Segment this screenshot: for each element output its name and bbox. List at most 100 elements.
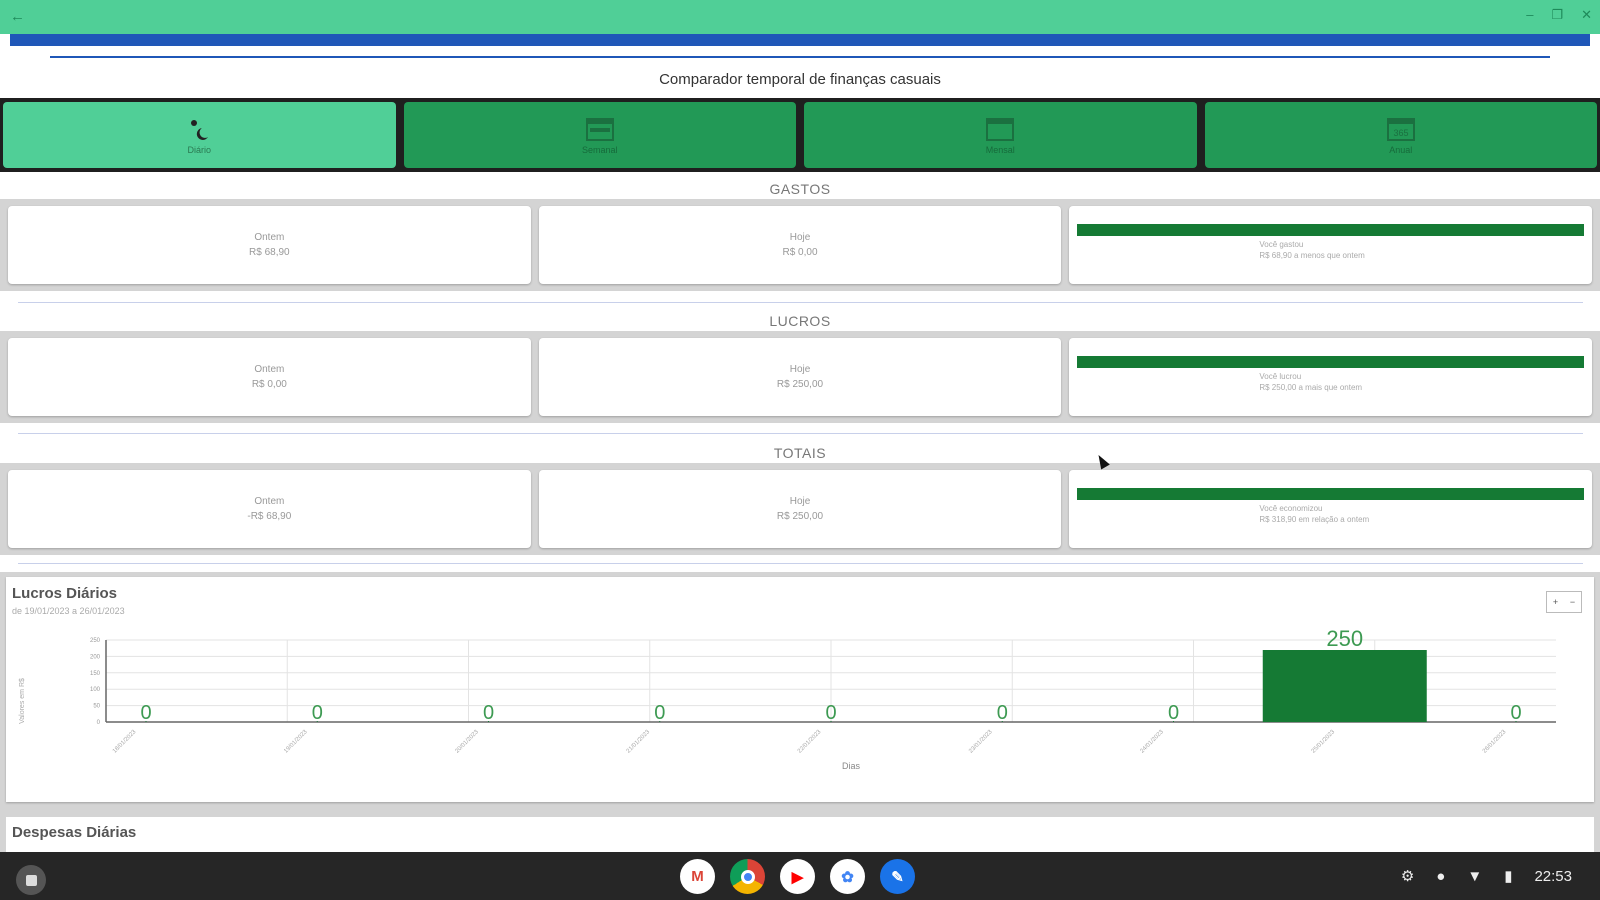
card-label: Hoje (789, 232, 811, 243)
chrome-icon[interactable] (730, 859, 765, 894)
data-label: 0 (483, 702, 494, 724)
lucros-comparison-card: Você lucrou R$ 250,00 a mais que ontem (1069, 338, 1593, 416)
x-tick-label: 26/01/2023 (1482, 729, 1508, 755)
y-tick-label: 0 (97, 720, 101, 726)
page-title: Comparador temporal de finanças casuais (659, 71, 941, 88)
minimize-icon[interactable]: – (1526, 7, 1533, 23)
x-tick-label: 25/01/2023 (1311, 729, 1337, 755)
wifi-icon: ▼ (1467, 867, 1483, 885)
info-icon[interactable]: ● (1436, 868, 1445, 885)
card-label: Hoje (789, 496, 811, 507)
x-tick-label: 21/01/2023 (626, 729, 652, 755)
card-value: R$ 0,00 (251, 379, 287, 390)
y-tick-label: 150 (90, 671, 101, 677)
comparison-line2: R$ 250,00 a mais que ontem (1259, 383, 1363, 392)
tab-semanal[interactable]: Semanal (403, 102, 796, 168)
data-label: 0 (1168, 702, 1179, 724)
comparison-line1: Você lucrou (1259, 372, 1302, 381)
data-label: 0 (312, 702, 323, 724)
tab-label: Semanal (581, 144, 618, 155)
totais-cards: Ontem -R$ 68,90 Hoje R$ 250,00 Você econ… (0, 463, 1600, 555)
card-value: R$ 250,00 (776, 511, 824, 522)
comparison-line2: R$ 318,90 em relação a ontem (1259, 515, 1370, 524)
tab-label: Anual (1389, 144, 1413, 155)
tab-diario[interactable]: Diário (3, 102, 396, 168)
top-accent-bar (10, 34, 1590, 46)
card-label: Hoje (789, 364, 811, 375)
x-tick-label: 19/01/2023 (283, 729, 309, 755)
finance-app-icon[interactable]: ✎ (880, 859, 915, 894)
comparison-line2: R$ 68,90 a menos que ontem (1259, 251, 1365, 260)
divider (18, 563, 1583, 564)
gastos-hoje-card: Hoje R$ 0,00 (538, 206, 1062, 284)
despesas-chart-card: Despesas Diárias (6, 817, 1594, 852)
lucros-ontem-card: Ontem R$ 0,00 (8, 338, 531, 416)
data-label: 0 (654, 702, 665, 724)
taskbar-apps: M ▶ ✿ ✎ (680, 859, 915, 894)
divider (18, 433, 1583, 434)
divider (18, 302, 1583, 303)
comparison-bar (1077, 356, 1585, 368)
despesas-chart-panel: Despesas Diárias (0, 812, 1600, 852)
close-icon[interactable]: ✕ (1581, 7, 1592, 23)
bar (1262, 650, 1427, 722)
lucros-cards: Ontem R$ 0,00 Hoje R$ 250,00 Você lucrou… (0, 331, 1600, 423)
gmail-icon[interactable]: M (680, 859, 715, 894)
youtube-icon[interactable]: ▶ (780, 859, 815, 894)
lucros-chart: 250200150100500 018/01/2023019/01/2023020… (19, 626, 1556, 771)
comparison-line1: Você gastou (1259, 240, 1304, 249)
tab-mensal[interactable]: Mensal (804, 102, 1197, 168)
taskbar: M ▶ ✿ ✎ ⚙ ● ▼ ▮ 22:53 (0, 852, 1600, 900)
card-value: -R$ 68,90 (247, 511, 292, 522)
y-tick-label: 250 (90, 638, 101, 644)
x-tick-label: 23/01/2023 (968, 729, 994, 755)
card-label: Ontem (254, 232, 285, 243)
settings-icon[interactable]: ⚙ (1401, 867, 1414, 885)
data-label: 0 (1510, 702, 1521, 724)
y-axis-title: Valores em R$ (19, 678, 26, 724)
launcher-icon[interactable] (16, 865, 46, 895)
gastos-cards: Ontem R$ 68,90 Hoje R$ 0,00 Você gastou … (0, 199, 1600, 291)
window-controls: – ❐ ✕ (1526, 7, 1592, 23)
comparison-bar (1077, 488, 1585, 500)
card-value: R$ 250,00 (776, 379, 824, 390)
x-tick-label: 20/01/2023 (454, 729, 480, 755)
x-tick-label: 24/01/2023 (1139, 729, 1165, 755)
svg-text:365: 365 (1393, 128, 1408, 138)
back-arrow-icon[interactable]: ← (10, 8, 25, 25)
clock[interactable]: 22:53 (1534, 868, 1572, 885)
sun-moon-icon (184, 116, 214, 142)
photos-icon[interactable]: ✿ (830, 859, 865, 894)
card-label: Ontem (254, 364, 285, 375)
system-tray[interactable]: ⚙ ● ▼ ▮ 22:53 (1401, 867, 1572, 886)
lucros-hoje-card: Hoje R$ 250,00 (538, 338, 1062, 416)
data-label: 0 (997, 702, 1008, 724)
battery-icon: ▮ (1504, 868, 1513, 885)
totais-comparison-card: Você economizou R$ 318,90 em relação a o… (1069, 470, 1593, 548)
window-titlebar: ← – ❐ ✕ (0, 0, 1600, 34)
data-label: 0 (825, 702, 836, 724)
calendar-month-icon (985, 116, 1015, 142)
data-label: 0 (140, 702, 151, 724)
chart2-title: Despesas Diárias (12, 824, 137, 841)
card-value: R$ 0,00 (782, 247, 818, 258)
comparison-line1: Você economizou (1259, 504, 1323, 513)
tab-label: Mensal (985, 144, 1015, 155)
period-tabs: Diário Semanal Mensal 365 Anual (0, 98, 1600, 172)
tab-label: Diário (187, 144, 211, 155)
calendar-year-icon: 365 (1386, 116, 1416, 142)
calendar-week-icon (585, 116, 615, 142)
top-accent-line (50, 56, 1550, 58)
y-tick-label: 100 (90, 687, 101, 693)
gastos-ontem-card: Ontem R$ 68,90 (8, 206, 531, 284)
maximize-icon[interactable]: ❐ (1551, 7, 1563, 23)
y-tick-label: 50 (93, 704, 100, 710)
lucros-chart-card: Lucros Diários de 19/01/2023 a 26/01/202… (6, 577, 1594, 802)
totais-ontem-card: Ontem -R$ 68,90 (8, 470, 531, 548)
y-tick-label: 200 (90, 654, 101, 660)
tab-anual[interactable]: 365 Anual (1204, 102, 1597, 168)
totais-hoje-card: Hoje R$ 250,00 (538, 470, 1062, 548)
x-tick-label: 18/01/2023 (112, 729, 138, 755)
gastos-comparison-card: Você gastou R$ 68,90 a menos que ontem (1069, 206, 1593, 284)
data-label: 250 (1326, 626, 1363, 651)
